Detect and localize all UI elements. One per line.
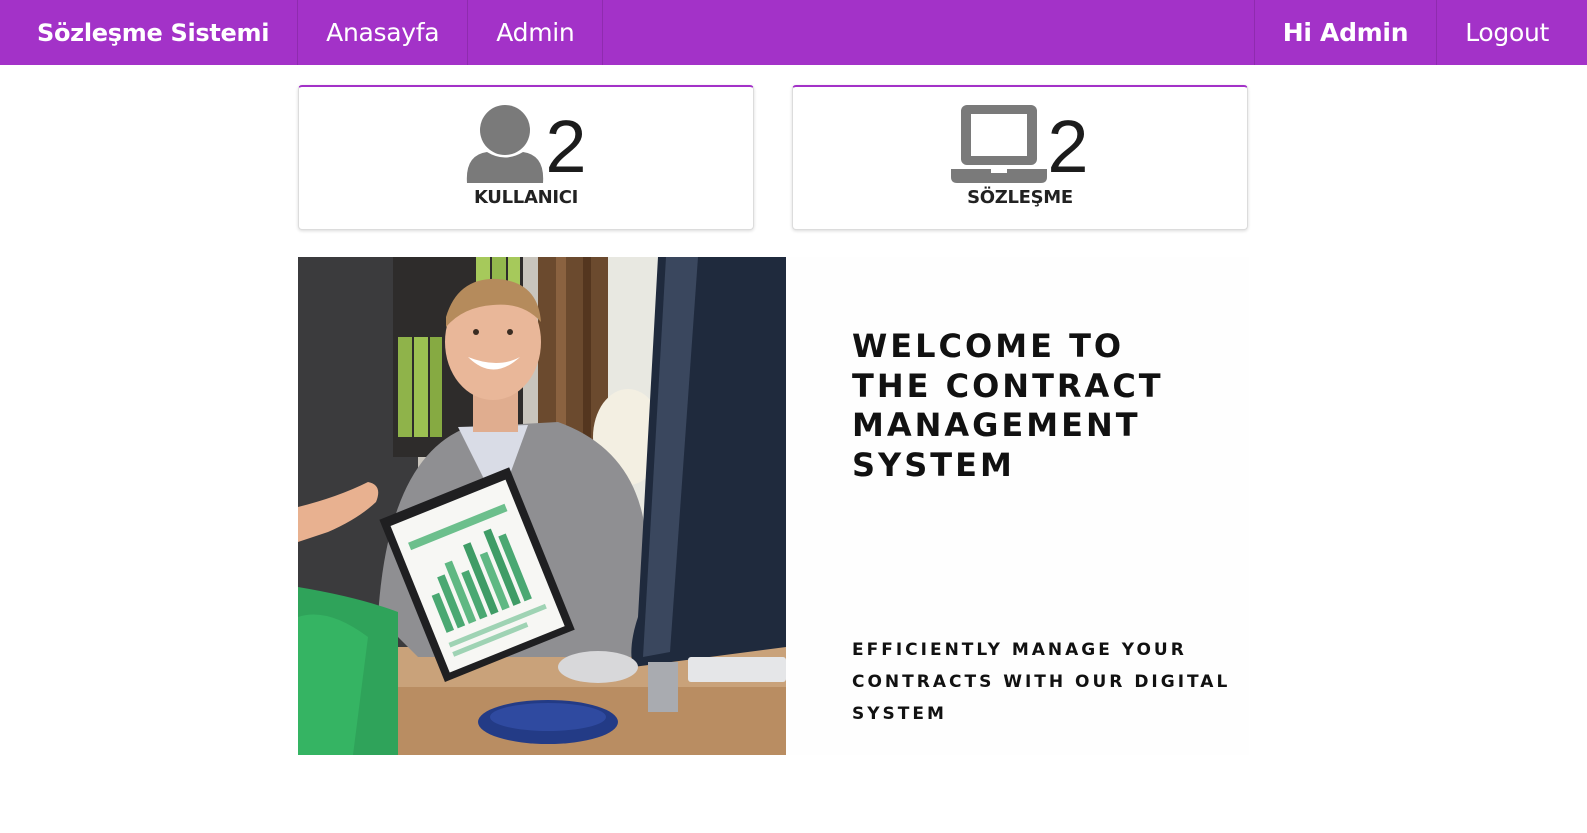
hero-title: WELCOME TO THE CONTRACT MANAGEMENT SYSTE… bbox=[852, 327, 1164, 484]
hero-photo bbox=[298, 257, 786, 755]
contracts-stat-row: 2 bbox=[793, 105, 1247, 188]
logout-link[interactable]: Logout bbox=[1436, 0, 1577, 65]
user-icon bbox=[467, 105, 544, 183]
users-label: KULLANICI bbox=[473, 187, 579, 208]
hero-text-panel: WELCOME TO THE CONTRACT MANAGEMENT SYSTE… bbox=[852, 257, 1249, 755]
users-stat-row: 2 bbox=[299, 105, 753, 188]
user-greeting-link[interactable]: Hi Admin bbox=[1253, 0, 1436, 65]
contracts-count: 2 bbox=[1047, 105, 1089, 188]
users-stat-card: 2 KULLANICI bbox=[298, 85, 754, 230]
office-handshake-illustration bbox=[298, 257, 786, 755]
brand-link[interactable]: Sözleşme Sistemi bbox=[0, 0, 299, 65]
nav-link-home[interactable]: Anasayfa bbox=[298, 0, 469, 65]
users-count: 2 bbox=[545, 105, 587, 188]
contracts-stat-card: 2 SÖZLEŞME bbox=[792, 85, 1248, 230]
nav-link-admin[interactable]: Admin bbox=[468, 0, 604, 65]
navbar-right: Hi Admin Logout bbox=[1253, 0, 1577, 65]
hero-subtitle: EFFICIENTLY MANAGE YOUR CONTRACTS WITH O… bbox=[852, 640, 1231, 724]
top-navbar: Sözleşme Sistemi Anasayfa Admin Hi Admin… bbox=[0, 0, 1587, 65]
contracts-label: SÖZLEŞME bbox=[967, 187, 1073, 208]
laptop-icon bbox=[951, 105, 1048, 183]
navbar-left: Sözleşme Sistemi Anasayfa Admin bbox=[0, 0, 604, 65]
hero-banner: WELCOME TO THE CONTRACT MANAGEMENT SYSTE… bbox=[298, 257, 1249, 755]
